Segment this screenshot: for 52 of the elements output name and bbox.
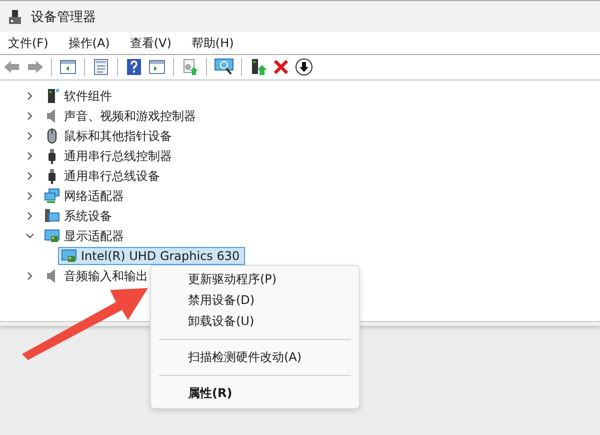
context-menu-item[interactable]: 更新驱动程序(P) <box>151 269 359 290</box>
context-menu-item[interactable]: 禁用设备(D) <box>151 290 359 311</box>
tree-item[interactable]: 声音、视频和游戏控制器 <box>43 106 197 126</box>
tree-item-label: 通用串行总线控制器 <box>64 148 172 164</box>
display-adapter-icon <box>44 228 60 244</box>
collapse-chevron-icon[interactable] <box>25 231 35 241</box>
panel-icon[interactable] <box>148 58 166 76</box>
window-title: 设备管理器 <box>31 8 96 26</box>
tree-item[interactable]: 网络适配器 <box>43 186 125 206</box>
device-icon <box>7 8 23 24</box>
tree-item-label: 软件组件 <box>64 88 112 104</box>
tree-item-label: 显示适配器 <box>64 228 124 244</box>
tree-item-label: 鼠标和其他指针设备 <box>64 128 172 144</box>
tree-item[interactable]: 软件组件 <box>43 86 113 106</box>
display-adapter-icon <box>61 248 77 264</box>
menu-item[interactable]: 文件(F) <box>8 34 48 52</box>
tree-item-label: 系统设备 <box>64 208 112 224</box>
expand-chevron-icon[interactable] <box>25 191 35 201</box>
tree-item[interactable]: 通用串行总线设备 <box>43 166 161 186</box>
tree-item-label: 音频输入和输出 <box>64 268 148 284</box>
menu-item[interactable]: 查看(V) <box>130 34 172 52</box>
tree-item-label: 网络适配器 <box>64 188 124 204</box>
tree-item[interactable]: 系统设备 <box>43 206 113 226</box>
expand-chevron-icon[interactable] <box>25 211 35 221</box>
tree-item[interactable]: 显示适配器 <box>43 226 125 246</box>
monitor-icon[interactable] <box>214 58 234 76</box>
context-menu-item[interactable]: 属性(R) <box>151 383 359 404</box>
expand-chevron-icon[interactable] <box>25 91 35 101</box>
tree-item-label: Intel(R) UHD Graphics 630 <box>81 249 240 263</box>
computer-icon <box>44 208 60 224</box>
panel-icon[interactable] <box>59 58 77 76</box>
tree-item-label: 通用串行总线设备 <box>64 168 160 184</box>
expand-chevron-icon[interactable] <box>25 171 35 181</box>
properties-icon[interactable] <box>92 58 110 76</box>
expand-chevron-icon[interactable] <box>25 271 35 281</box>
tree-item[interactable]: Intel(R) UHD Graphics 630 <box>58 247 245 265</box>
expand-chevron-icon[interactable] <box>25 131 35 141</box>
tree-item[interactable]: 音频输入和输出 <box>43 266 149 286</box>
tree-item[interactable]: 通用串行总线控制器 <box>43 146 173 166</box>
help-icon[interactable] <box>125 58 143 76</box>
scan-icon[interactable] <box>181 58 199 76</box>
network-icon <box>44 188 60 204</box>
menu-item[interactable]: 帮助(H) <box>191 34 234 52</box>
context-menu-item[interactable]: 扫描检测硬件改动(A) <box>151 347 359 368</box>
tree-item-label: 声音、视频和游戏控制器 <box>64 108 196 124</box>
expand-chevron-icon[interactable] <box>25 111 35 121</box>
menu-item[interactable]: 操作(A) <box>68 34 110 52</box>
update-driver-icon[interactable] <box>249 58 267 76</box>
context-menu-item[interactable]: 卸载设备(U) <box>151 311 359 332</box>
tree-item[interactable]: 鼠标和其他指针设备 <box>43 126 173 146</box>
delete-icon[interactable] <box>272 58 290 76</box>
expand-chevron-icon[interactable] <box>25 151 35 161</box>
